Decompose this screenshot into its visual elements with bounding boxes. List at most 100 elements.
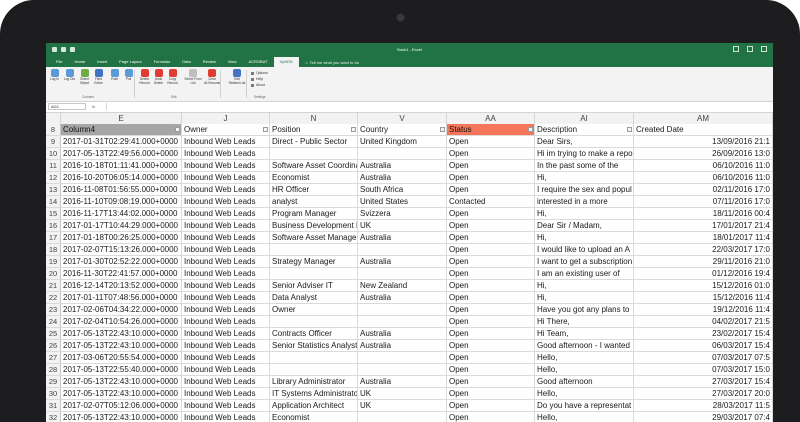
cell[interactable]: Inbound Web Leads: [182, 172, 270, 183]
cell[interactable]: Senior Adviser IT: [270, 280, 358, 291]
cell[interactable]: 2017-05-13T22:43:10.000+0000: [61, 340, 182, 351]
ribbon-button-clear-all-records[interactable]: Clear All Records: [203, 69, 221, 86]
cell[interactable]: Open: [447, 136, 535, 147]
cell[interactable]: 15/12/2016 11:4: [634, 292, 773, 303]
row-number[interactable]: 28: [46, 364, 61, 375]
row-number[interactable]: 20: [46, 268, 61, 279]
cell[interactable]: [270, 244, 358, 255]
tab-view[interactable]: View: [222, 57, 243, 67]
cell[interactable]: Open: [447, 316, 535, 327]
cell[interactable]: Open: [447, 388, 535, 399]
formula-input[interactable]: [106, 103, 773, 110]
cell[interactable]: 2017-02-04T10:54:26.000+0000: [61, 316, 182, 327]
cell[interactable]: 06/10/2016 11:0: [634, 160, 773, 171]
cell[interactable]: [358, 352, 447, 363]
cell[interactable]: IT Systems Administrato: [270, 388, 358, 399]
cell[interactable]: 18/11/2016 00:4: [634, 208, 773, 219]
cell[interactable]: 2017-03-06T20:55:54.000+0000: [61, 352, 182, 363]
cell[interactable]: Inbound Web Leads: [182, 208, 270, 219]
cell[interactable]: 2017-01-31T02:29:41.000+0000: [61, 136, 182, 147]
cell[interactable]: 29/11/2016 21:0: [634, 256, 773, 267]
cell[interactable]: 2016-10-20T06:05:14.000+0000: [61, 172, 182, 183]
cell[interactable]: 28/03/2017 11:5: [634, 400, 773, 411]
row-number[interactable]: 11: [46, 160, 61, 171]
cell[interactable]: Inbound Web Leads: [182, 268, 270, 279]
ribbon-button-delete-record[interactable]: Delete Record: [138, 69, 151, 86]
cell[interactable]: Open: [447, 376, 535, 387]
ribbon-button-push[interactable]: Push: [108, 69, 121, 82]
cell[interactable]: 27/03/2017 20:0: [634, 388, 773, 399]
tab-formulas[interactable]: Formulas: [148, 57, 177, 67]
cell[interactable]: 04/02/2017 21:5: [634, 316, 773, 327]
cell[interactable]: Inbound Web Leads: [182, 328, 270, 339]
cell[interactable]: analyst: [270, 196, 358, 207]
cell[interactable]: Open: [447, 208, 535, 219]
cell[interactable]: Dear Sirs,: [535, 136, 634, 147]
cell[interactable]: 2017-01-17T10:44:29.000+0000: [61, 220, 182, 231]
cell[interactable]: 2017-02-06T04:34:22.000+0000: [61, 304, 182, 315]
cell[interactable]: Inbound Web Leads: [182, 388, 270, 399]
cell[interactable]: Dear Sir / Madam,: [535, 220, 634, 231]
row-number[interactable]: 16: [46, 220, 61, 231]
column-header-e[interactable]: E: [61, 113, 182, 124]
cell[interactable]: Inbound Web Leads: [182, 136, 270, 147]
cell[interactable]: Australia: [358, 160, 447, 171]
cell[interactable]: Svizzera: [358, 208, 447, 219]
column-title-ai[interactable]: Description: [535, 124, 634, 135]
cell[interactable]: 07/11/2016 17:0: [634, 196, 773, 207]
cell[interactable]: 2017-02-07T15:13:26.000+0000: [61, 244, 182, 255]
cell[interactable]: [270, 268, 358, 279]
cell[interactable]: Inbound Web Leads: [182, 292, 270, 303]
cell[interactable]: Inbound Web Leads: [182, 304, 270, 315]
cell[interactable]: Inbound Web Leads: [182, 256, 270, 267]
row-number[interactable]: 26: [46, 340, 61, 351]
filter-dropdown-icon[interactable]: [263, 127, 268, 132]
cell[interactable]: 2016-11-10T09:08:19.000+0000: [61, 196, 182, 207]
cell[interactable]: Open: [447, 184, 535, 195]
cell[interactable]: I am an existing user of: [535, 268, 634, 279]
name-box[interactable]: AG1: [48, 103, 86, 110]
ribbon-button-undo-delete[interactable]: Undo Delete: [152, 69, 165, 86]
cell[interactable]: [358, 244, 447, 255]
cell[interactable]: 15/12/2016 01:0: [634, 280, 773, 291]
cell[interactable]: [358, 148, 447, 159]
ribbon-button-field-editor[interactable]: Field Editor: [92, 69, 105, 86]
cell[interactable]: 18/01/2017 11:4: [634, 232, 773, 243]
cell[interactable]: 2016-11-08T01:56:55.000+0000: [61, 184, 182, 195]
row-number[interactable]: 21: [46, 280, 61, 291]
cell[interactable]: 02/11/2016 17:0: [634, 184, 773, 195]
cell[interactable]: 2016-11-17T13:44:02.000+0000: [61, 208, 182, 219]
cell[interactable]: Open: [447, 256, 535, 267]
row-number[interactable]: 15: [46, 208, 61, 219]
row-number[interactable]: 10: [46, 148, 61, 159]
tab-file[interactable]: File: [50, 57, 68, 67]
cell[interactable]: Do you have a representat: [535, 400, 634, 411]
cell[interactable]: 07/03/2017 15:0: [634, 364, 773, 375]
cell[interactable]: Good afternoon: [535, 376, 634, 387]
cell[interactable]: United States: [358, 196, 447, 207]
cell[interactable]: 2017-01-11T07:48:56.000+0000: [61, 292, 182, 303]
cell[interactable]: Inbound Web Leads: [182, 244, 270, 255]
cell[interactable]: 2017-05-13T22:55:40.000+0000: [61, 364, 182, 375]
select-all-corner[interactable]: [46, 113, 61, 124]
tell-me-search[interactable]: ☼ Tell me what you want to do: [305, 60, 359, 65]
cell[interactable]: Good afternoon - I wanted: [535, 340, 634, 351]
ribbon-button-copy-record[interactable]: Copy Record: [166, 69, 179, 86]
cell[interactable]: Open: [447, 244, 535, 255]
cell[interactable]: Program Manager: [270, 208, 358, 219]
row-number[interactable]: 24: [46, 316, 61, 327]
column-title-n[interactable]: Position: [270, 124, 358, 135]
maximize-icon[interactable]: [747, 46, 753, 52]
minimize-icon[interactable]: [733, 46, 739, 52]
filter-dropdown-icon[interactable]: [440, 127, 445, 132]
cell[interactable]: Data Analyst: [270, 292, 358, 303]
cell[interactable]: 2016-11-30T22:41:57.000+0000: [61, 268, 182, 279]
cell[interactable]: Hello,: [535, 388, 634, 399]
cell[interactable]: [270, 148, 358, 159]
cell[interactable]: 19/12/2016 11:4: [634, 304, 773, 315]
cell[interactable]: Inbound Web Leads: [182, 148, 270, 159]
column-header-v[interactable]: V: [358, 113, 447, 124]
cell[interactable]: 22/03/2017 17:0: [634, 244, 773, 255]
row-number[interactable]: 27: [46, 352, 61, 363]
cell[interactable]: Australia: [358, 172, 447, 183]
